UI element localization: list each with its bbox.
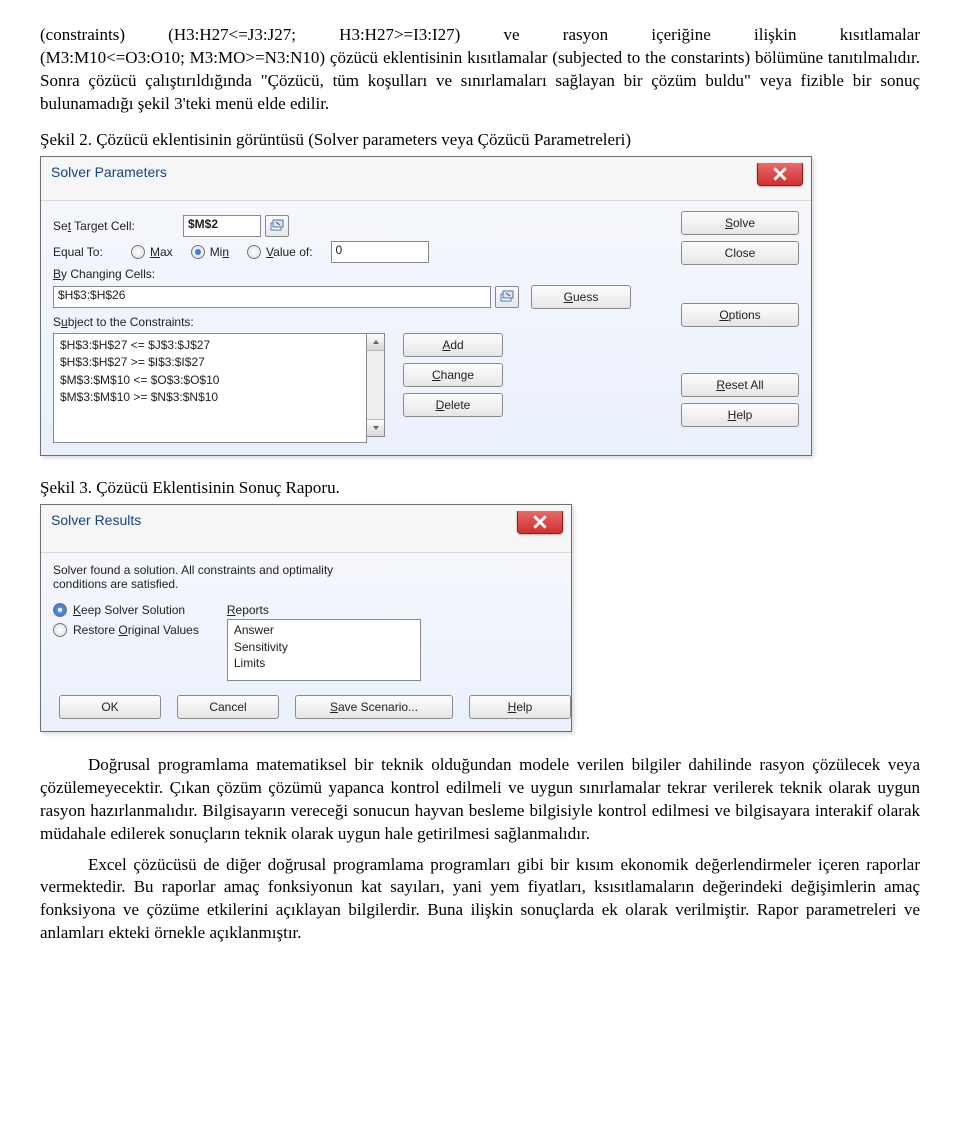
changing-cells-input[interactable]: $H$3:$H$26 [53, 286, 491, 308]
cells-picker[interactable] [495, 286, 519, 308]
chevron-up-icon [372, 338, 380, 346]
reports-label: Reports [227, 603, 421, 617]
by-cells-label: By Changing Cells: [53, 267, 183, 281]
options-button[interactable]: Options [681, 303, 799, 327]
chevron-down-icon [372, 424, 380, 432]
figcap-1: Şekil 2. Çözücü eklentisinin görüntüsü (… [40, 130, 920, 150]
close-icon [533, 515, 547, 529]
radio-max[interactable]: Max [131, 245, 173, 259]
radio-min-label: Min [210, 245, 229, 259]
radio-keep-solution[interactable]: Keep Solver Solution [53, 603, 199, 617]
listbox-scrollbar[interactable] [367, 333, 385, 437]
radio-valueof-label: Value of: [266, 245, 313, 259]
close-icon [773, 167, 787, 181]
constraint-row: $H$3:$H$27 <= $J$3:$J$27 [60, 337, 360, 354]
dialog-title: Solver Parameters [51, 163, 167, 180]
close-button[interactable] [517, 511, 563, 534]
target-cell-input[interactable]: $M$2 [183, 215, 261, 237]
subject-label: Subject to the Constraints: [53, 315, 194, 329]
result-msg-2: conditions are satisfied. [53, 577, 559, 591]
end-paragraph-2: Excel çözücüsü de diğer doğrusal program… [40, 854, 920, 946]
ok-button[interactable]: OK [59, 695, 161, 719]
report-item: Answer [234, 622, 414, 639]
constraints-listbox[interactable]: $H$3:$H$27 <= $J$3:$J$27 $H$3:$H$27 >= $… [53, 333, 367, 443]
solver-results-dialog: Solver Results Solver found a solution. … [40, 504, 572, 732]
set-target-label: Set Target Cell: [53, 219, 183, 233]
scroll-down-button[interactable] [367, 419, 384, 436]
reset-all-button[interactable]: Reset All [681, 373, 799, 397]
guess-button[interactable]: Guess [531, 285, 631, 309]
result-msg-1: Solver found a solution. All constraints… [53, 563, 559, 577]
solver-parameters-dialog: Solver Parameters Set Target Cell: $M$2 [40, 156, 812, 456]
delete-button[interactable]: Delete [403, 393, 503, 417]
constraint-row: $M$3:$M$10 <= $O$3:$O$10 [60, 372, 360, 389]
close-dialog-button[interactable]: Close [681, 241, 799, 265]
intro-paragraph-b: (M3:M10<=O3:O10; M3:MO>=N3:N10) çözücü e… [40, 47, 920, 116]
dialog2-title: Solver Results [51, 511, 141, 528]
equal-to-label: Equal To: [53, 245, 131, 259]
cell-picker-icon [500, 290, 514, 304]
report-item: Limits [234, 655, 414, 672]
radio-restore-label: Restore Original Values [73, 623, 199, 637]
value-of-input[interactable]: 0 [331, 241, 429, 263]
save-scenario-button[interactable]: Save Scenario... [295, 695, 453, 719]
reports-listbox[interactable]: Answer Sensitivity Limits [227, 619, 421, 681]
scroll-up-button[interactable] [367, 334, 384, 351]
end-paragraph-1: Doğrusal programlama matematiksel bir te… [40, 754, 920, 846]
report-item: Sensitivity [234, 639, 414, 656]
constraint-row: $M$3:$M$10 >= $N$3:$N$10 [60, 389, 360, 406]
solve-button[interactable]: Solve [681, 211, 799, 235]
close-button[interactable] [757, 163, 803, 186]
radio-restore-values[interactable]: Restore Original Values [53, 623, 199, 637]
target-cell-picker[interactable] [265, 215, 289, 237]
help-button[interactable]: Help [681, 403, 799, 427]
intro-paragraph-a: (constraints) (H3:H27<=J3:J27; H3:H27>=I… [40, 24, 920, 47]
radio-min[interactable]: Min [191, 245, 229, 259]
add-button[interactable]: Add [403, 333, 503, 357]
radio-valueof[interactable]: Value of: [247, 245, 313, 259]
change-button[interactable]: Change [403, 363, 503, 387]
radio-max-label: Max [150, 245, 173, 259]
constraint-row: $H$3:$H$27 >= $I$3:$I$27 [60, 354, 360, 371]
cancel-button[interactable]: Cancel [177, 695, 279, 719]
help-button2[interactable]: Help [469, 695, 571, 719]
figcap-2: Şekil 3. Çözücü Eklentisinin Sonuç Rapor… [40, 478, 920, 498]
radio-keep-label: Keep Solver Solution [73, 603, 185, 617]
cell-picker-icon [270, 219, 284, 233]
